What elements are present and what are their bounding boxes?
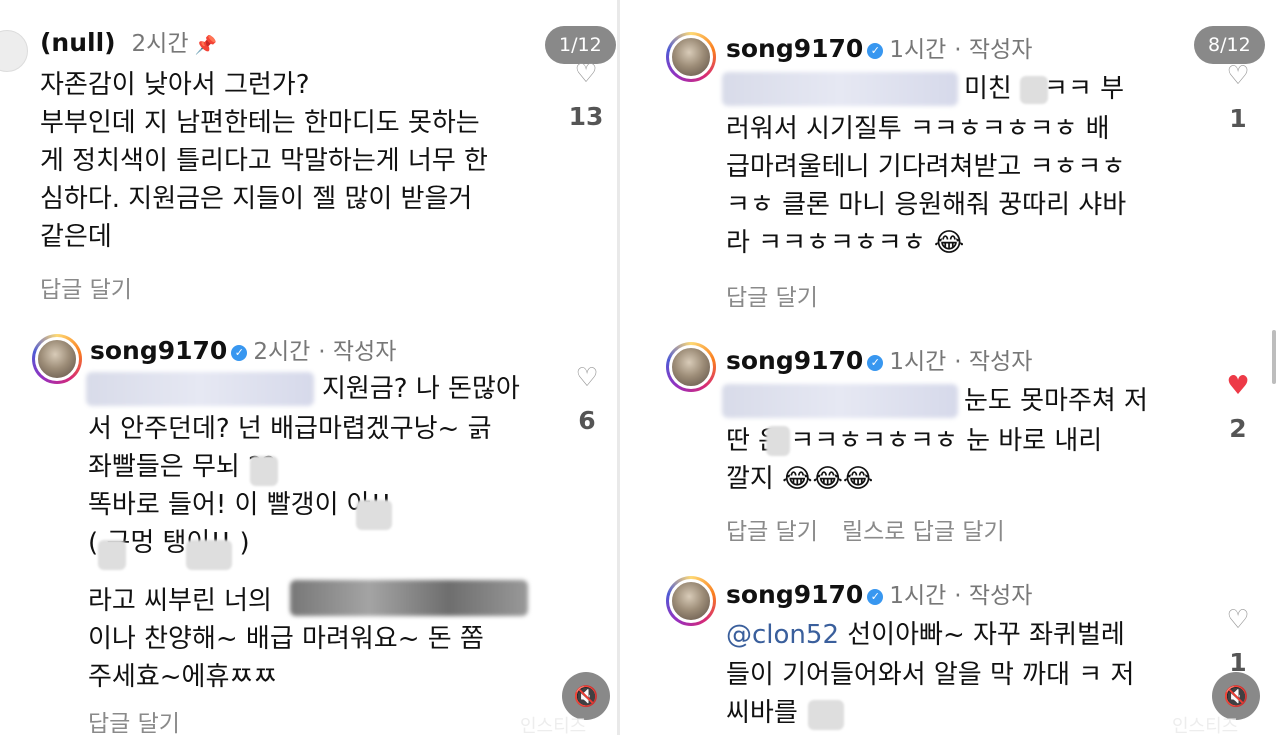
avatar[interactable]: [32, 334, 82, 384]
redacted-image: [290, 580, 528, 616]
comment-text: 이나 찬양해~ 배급 마려워요~ 돈 쫌 주세효~에휴ㅉㅉ: [88, 624, 484, 692]
comment-text: 들이 기어들어와서 알을 막 까대 ㅋ 저 씨바를: [726, 660, 1135, 728]
timestamp: 1시간: [889, 583, 947, 609]
pin-icon: 📌: [194, 35, 217, 56]
timestamp: 1시간: [889, 37, 947, 63]
comment-text: 러워서 시기질투 ㅋㅋㅎㅋㅎㅋㅎ 배 급마려울테니 기다려쳐받고 ㅋㅎㅋㅎ ㅋㅎ…: [726, 114, 1127, 258]
author-tag: · 작성자: [954, 583, 1033, 609]
like-count: 13: [568, 102, 604, 131]
left-screenshot-panel: 1/12 (null) 2시간 📌 자존감이 낮아서 그런가? 부부인데 지 남편…: [0, 0, 618, 735]
timestamp: 2시간: [131, 31, 189, 57]
heart-icon[interactable]: ♡: [1218, 606, 1258, 634]
author-tag: · 작성자: [954, 37, 1033, 63]
username[interactable]: song9170: [726, 34, 863, 63]
username[interactable]: song9170: [726, 346, 863, 375]
redacted-word: [186, 540, 232, 570]
reply-button[interactable]: 답글 달기: [726, 285, 818, 311]
avatar[interactable]: [666, 32, 716, 82]
heart-icon[interactable]: ♡: [566, 60, 606, 88]
redacted-word: [766, 426, 790, 456]
like-count: 2: [1229, 414, 1247, 443]
like-count: 6: [578, 406, 596, 435]
author-tag: · 작성자: [318, 339, 397, 365]
comment-text-line1: @clon52 선이아빠~ 자꾸 좌퀴벌레: [726, 616, 1125, 654]
comment-text: 딴 은 ㅋㅋㅎㅋㅎㅋㅎ 눈 바로 내리 깔지 😂😂😂: [726, 426, 1103, 494]
comment-header: song9170 ✓ 1시간 · 작성자: [726, 34, 1032, 65]
avatar[interactable]: [0, 30, 28, 72]
like-control: ♡ 6: [567, 364, 607, 435]
username[interactable]: (null): [40, 28, 116, 57]
reels-reply-button[interactable]: 릴스로 답글 달기: [842, 519, 1005, 545]
heart-icon[interactable]: ♥: [1218, 372, 1258, 400]
redacted-mention: [722, 72, 958, 106]
comment-header: (null) 2시간 📌: [40, 28, 217, 61]
redacted-word: [98, 540, 126, 570]
like-count: 1: [1229, 104, 1247, 133]
redacted-mention: [86, 372, 314, 406]
verified-badge-icon: ✓: [867, 355, 884, 371]
redacted-word: [250, 456, 278, 486]
comment-header: song9170 ✓ 2시간 · 작성자: [90, 336, 396, 367]
reply-button[interactable]: 답글 달기: [726, 519, 818, 545]
redacted-word: [808, 700, 844, 730]
like-control: ♡ 13: [566, 60, 606, 131]
comment-text-fragment: 선이아빠~ 자꾸 좌퀴벌레: [839, 620, 1125, 650]
reply-button[interactable]: 답글 달기: [88, 711, 180, 735]
heart-icon[interactable]: ♡: [567, 364, 607, 392]
comment-text: 자존감이 낮아서 그런가? 부부인데 지 남편한테는 한마디도 못하는 게 정치…: [40, 70, 488, 252]
author-tag: · 작성자: [954, 349, 1033, 375]
username[interactable]: song9170: [90, 336, 227, 365]
watermark: 인스티즈: [520, 716, 587, 735]
scrollbar[interactable]: [1272, 330, 1276, 384]
comment-text: 서 안주던데? 넌 배급마렵겠구낭~ 긁 좌빨들은 무뇌 ?? 똑바로 들어! …: [88, 414, 492, 558]
heart-icon[interactable]: ♡: [1218, 62, 1258, 90]
timestamp: 2시간: [253, 339, 311, 365]
comment-text-line1: 눈도 못마주쳐 저: [964, 386, 1148, 416]
comment-header: song9170 ✓ 1시간 · 작성자: [726, 580, 1032, 611]
comment-header: song9170 ✓ 1시간 · 작성자: [726, 346, 1032, 377]
verified-badge-icon: ✓: [231, 345, 248, 361]
watermark: 인스티즈: [1172, 716, 1239, 735]
like-control: ♡ 1: [1218, 62, 1258, 133]
avatar[interactable]: [666, 342, 716, 392]
redacted-word: [1020, 76, 1048, 104]
like-control: ♡ 1: [1218, 606, 1258, 677]
verified-badge-icon: ✓: [867, 43, 884, 59]
comment-text-line: 라고 씨부린 너의: [88, 586, 272, 616]
right-screenshot-panel: 8/12 song9170 ✓ 1시간 · 작성자 미친 ㅋㅋㅋ 부 러워서 시기질…: [620, 0, 1280, 735]
avatar[interactable]: [666, 576, 716, 626]
timestamp: 1시간: [889, 349, 947, 375]
redacted-mention: [722, 384, 958, 418]
redacted-word: [356, 500, 392, 530]
slide-counter: 8/12: [1194, 26, 1265, 64]
reply-button[interactable]: 답글 달기: [40, 277, 132, 303]
verified-badge-icon: ✓: [867, 589, 884, 605]
username[interactable]: song9170: [726, 580, 863, 609]
like-control: ♥ 2: [1218, 372, 1258, 443]
mention-link[interactable]: @clon52: [726, 620, 839, 650]
comment-text-line1: 지원금? 나 돈많아: [322, 374, 520, 404]
